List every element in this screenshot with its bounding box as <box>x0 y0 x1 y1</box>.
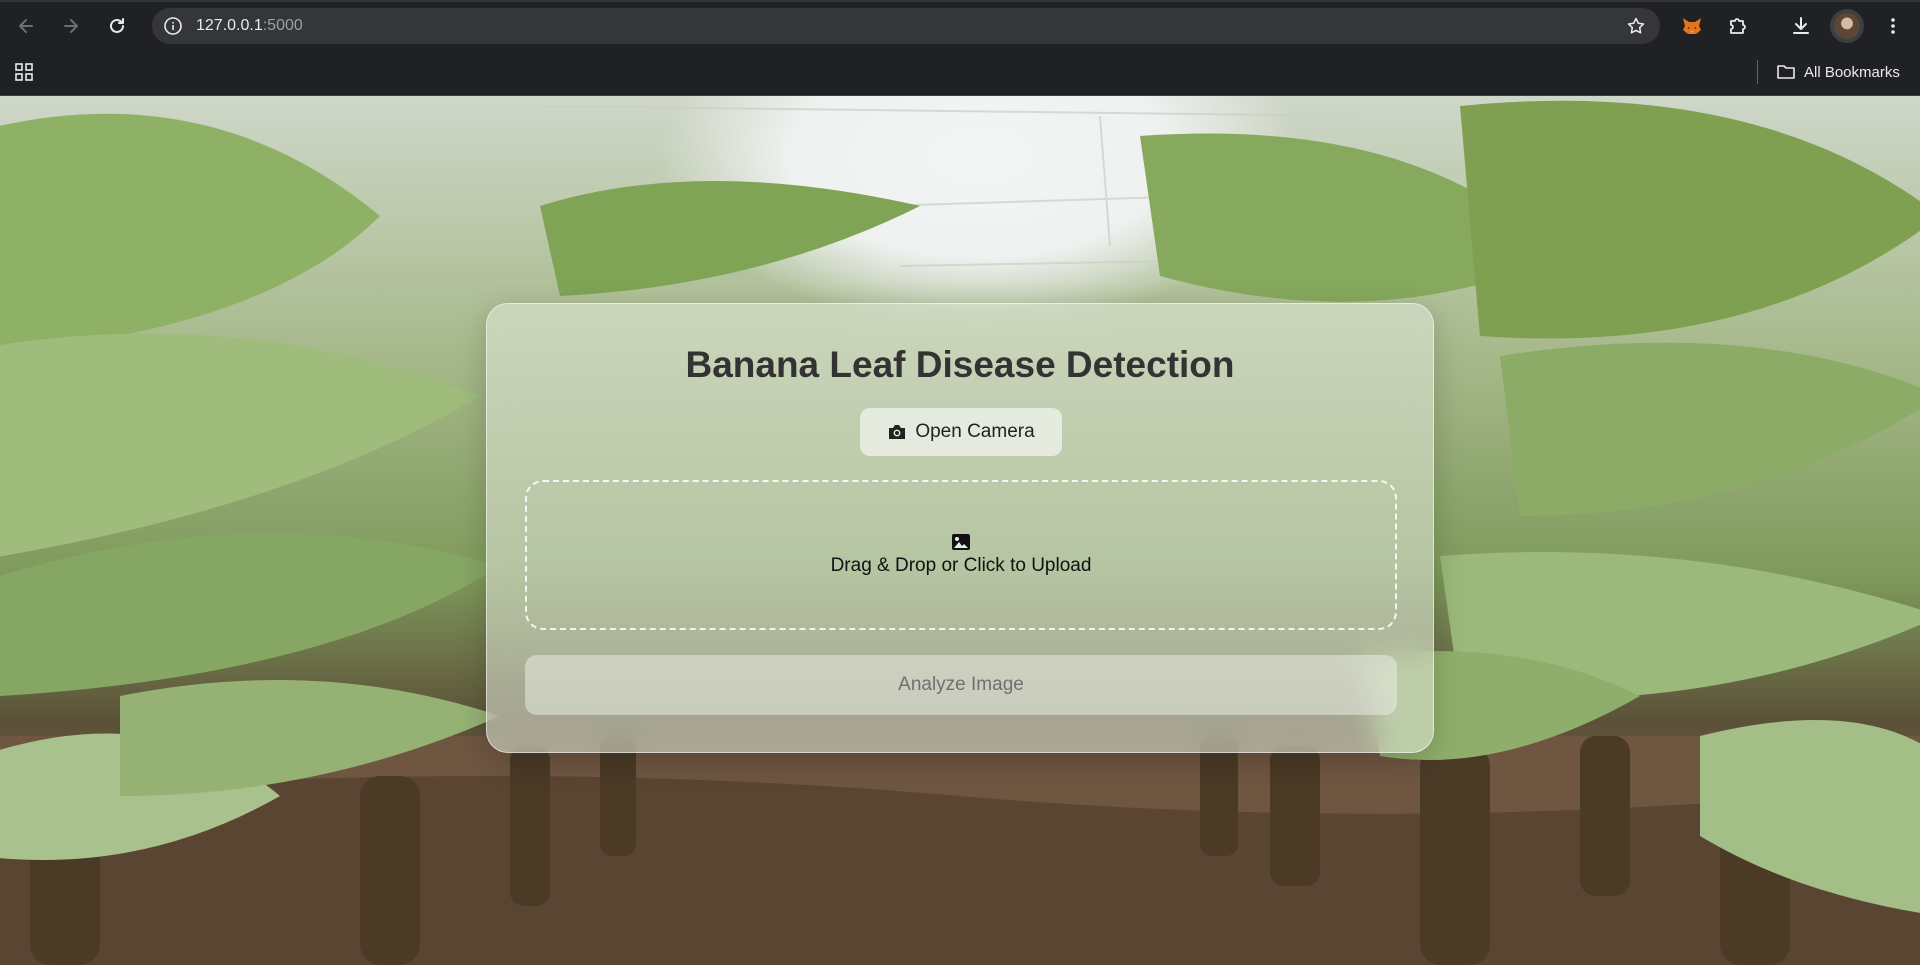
page-viewport: Banana Leaf Disease Detection Open Camer… <box>0 96 1920 965</box>
star-icon <box>1627 17 1645 34</box>
puzzle-icon <box>1730 18 1746 34</box>
downloads-button[interactable] <box>1787 12 1815 40</box>
browser-toolbar: 127.0.0.1:5000 <box>0 0 1920 48</box>
upload-dropzone[interactable]: Drag & Drop or Click to Upload <box>525 480 1397 630</box>
url-port: :5000 <box>262 17 303 34</box>
extensions-button[interactable] <box>1724 12 1752 40</box>
bookmarks-divider <box>1757 60 1758 84</box>
analyze-image-button[interactable]: Analyze Image <box>525 655 1397 715</box>
all-bookmarks-label: All Bookmarks <box>1804 63 1900 81</box>
kebab-menu-icon <box>1891 18 1895 34</box>
info-icon <box>164 17 182 35</box>
reload-button[interactable] <box>103 12 131 40</box>
page-title: Banana Leaf Disease Detection <box>685 344 1235 385</box>
open-camera-button[interactable]: Open Camera <box>860 408 1062 456</box>
back-button[interactable] <box>12 12 40 40</box>
folder-icon <box>1777 65 1795 79</box>
arrow-right-icon <box>64 19 78 33</box>
fox-icon <box>1683 18 1701 34</box>
detection-card: Banana Leaf Disease Detection Open Camer… <box>486 303 1434 753</box>
apps-button[interactable] <box>12 60 36 84</box>
avatar-image <box>1834 13 1860 39</box>
profile-avatar[interactable] <box>1830 9 1864 43</box>
arrow-left-icon <box>19 19 33 33</box>
camera-icon <box>889 425 906 439</box>
fox-extension-button[interactable] <box>1678 12 1706 40</box>
bookmark-star-button[interactable] <box>1624 14 1648 38</box>
reload-icon <box>110 18 124 33</box>
download-icon <box>1793 17 1809 34</box>
site-info-button[interactable] <box>162 15 184 37</box>
url-host: 127.0.0.1 <box>196 17 263 34</box>
apps-grid-icon <box>15 63 33 81</box>
browser-menu-button[interactable] <box>1879 12 1907 40</box>
all-bookmarks-button[interactable]: All Bookmarks <box>1776 60 1900 84</box>
url-text[interactable]: 127.0.0.1:5000 <box>196 17 303 35</box>
image-icon <box>952 534 970 550</box>
address-bar[interactable]: 127.0.0.1:5000 <box>152 8 1660 44</box>
forward-button[interactable] <box>57 12 85 40</box>
bookmarks-bar: All Bookmarks <box>0 48 1920 96</box>
upload-prompt: Drag & Drop or Click to Upload <box>830 555 1092 576</box>
open-camera-label: Open Camera <box>915 421 1035 442</box>
